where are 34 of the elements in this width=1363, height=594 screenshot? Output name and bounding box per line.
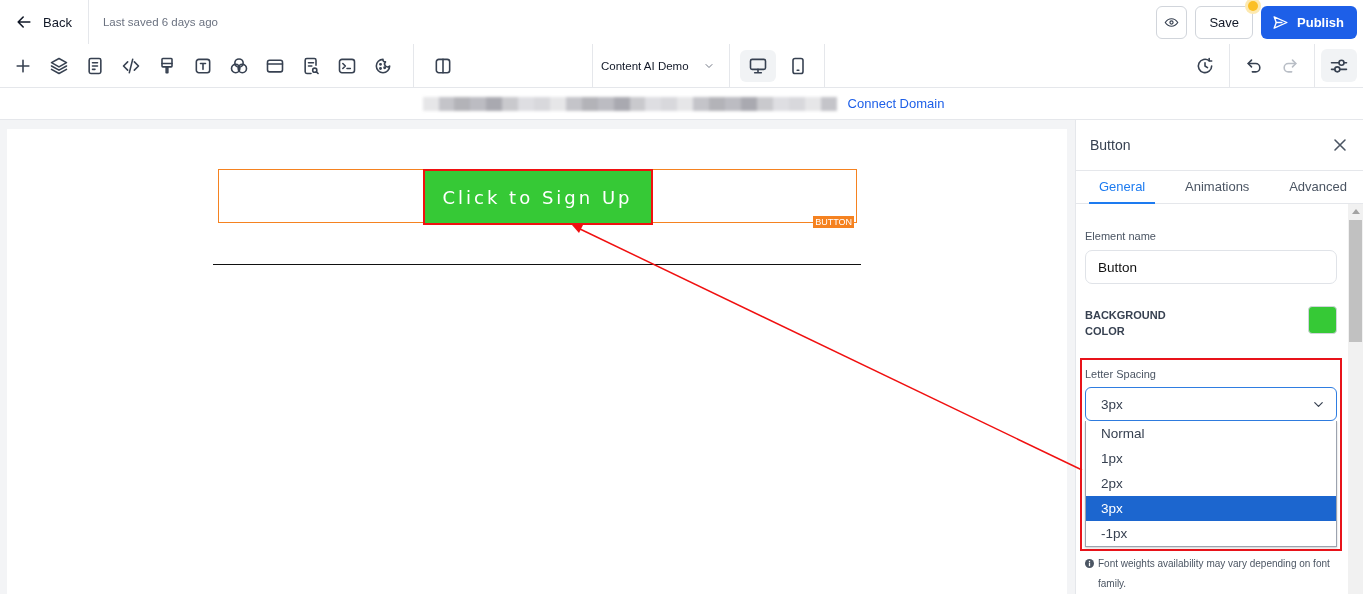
save-button[interactable]: Save [1195,5,1254,39]
dropdown-option[interactable]: 2px [1086,471,1336,496]
preview-button[interactable] [1156,5,1188,39]
field-label: BACKGROUND COLOR [1085,308,1167,339]
panel-tab[interactable]: Advanced [1279,171,1363,204]
panel-tab[interactable]: Animations [1175,171,1260,204]
element-type-tag: BUTTON [813,216,854,228]
panel-title: Button [1090,137,1131,153]
back-button[interactable]: Back [12,10,74,34]
desktop-view-button[interactable] [739,49,776,82]
info-icon [1085,559,1094,568]
panel-tab[interactable]: General [1089,171,1156,204]
connect-domain-link[interactable]: Connect Domain [847,96,945,111]
settings-button[interactable] [1321,49,1357,82]
last-saved-text: Last saved 6 days ago [102,16,218,28]
publish-button[interactable]: Publish [1261,5,1357,39]
field-label: Element name [1085,230,1157,242]
element-name-field[interactable]: Button [1085,250,1337,284]
dropdown-option[interactable]: 1px [1086,446,1336,471]
layers-icon [49,55,69,76]
dropdown-option[interactable]: -1px [1086,521,1336,546]
scrollbar[interactable] [1348,204,1363,594]
send-icon [1272,13,1290,31]
history-icon [1195,55,1215,76]
page-selector[interactable]: Content AI Demo [593,49,729,82]
document-icon [85,55,105,76]
field-label: Letter Spacing [1085,368,1156,380]
dropdown-option[interactable]: 3px [1086,496,1336,521]
dropdown-option[interactable]: Normal [1086,421,1336,446]
color-swatch[interactable] [1308,306,1337,334]
circles-icon [229,55,249,76]
letter-spacing-dropdown[interactable]: 3px [1085,387,1337,421]
help-text: Font weights availability may vary depending on font family. [1098,557,1331,591]
document-search-icon [301,55,321,76]
